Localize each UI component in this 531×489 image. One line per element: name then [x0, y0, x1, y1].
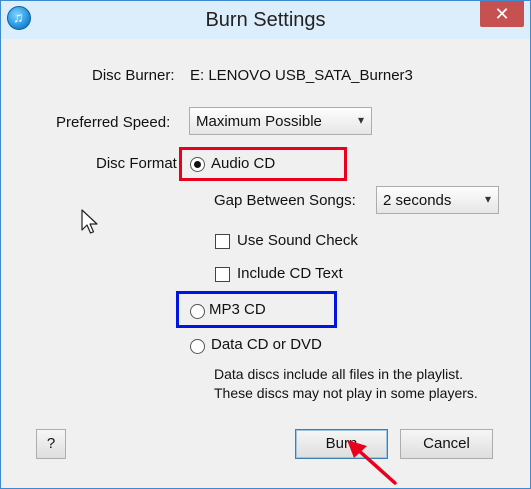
close-icon: ✕	[494, 4, 510, 24]
audio-cd-label[interactable]: Audio CD	[211, 155, 275, 172]
mp3-cd-radio[interactable]	[190, 304, 205, 319]
radio-selected-dot	[194, 161, 201, 168]
window-title: Burn Settings	[205, 9, 326, 31]
burn-settings-dialog: ♫ Burn Settings ✕ Disc Burner: E: LENOVO…	[0, 0, 531, 489]
disc-burner-label: Disc Burner:	[92, 67, 175, 84]
close-button[interactable]: ✕	[480, 1, 524, 27]
audio-cd-radio[interactable]	[190, 157, 205, 172]
include-cd-text-label[interactable]: Include CD Text	[237, 265, 343, 282]
help-button[interactable]: ?	[36, 429, 66, 459]
disc-burner-value: E: LENOVO USB_SATA_Burner3	[190, 67, 413, 84]
use-sound-check-checkbox[interactable]	[215, 234, 230, 249]
chevron-down-icon: ▾	[357, 113, 364, 127]
preferred-speed-value: Maximum Possible	[196, 113, 322, 130]
preferred-speed-select[interactable]: Maximum Possible ▾	[189, 107, 372, 135]
gap-between-songs-label: Gap Between Songs:	[214, 192, 356, 209]
include-cd-text-checkbox[interactable]	[215, 267, 230, 282]
gap-between-songs-value: 2 seconds	[383, 192, 452, 209]
mouse-pointer-icon	[81, 209, 98, 234]
mp3-cd-label[interactable]: MP3 CD	[209, 301, 266, 318]
title-bar: ♫ Burn Settings ✕	[1, 1, 530, 39]
preferred-speed-label: Preferred Speed:	[56, 114, 171, 131]
cancel-button[interactable]: Cancel	[400, 429, 493, 459]
data-disc-note-line2: These discs may not play in some players…	[214, 385, 478, 401]
use-sound-check-label[interactable]: Use Sound Check	[237, 232, 358, 249]
disc-format-label: Disc Format	[96, 155, 177, 172]
data-cd-radio[interactable]	[190, 339, 205, 354]
red-arrow-icon	[347, 440, 397, 485]
data-cd-label[interactable]: Data CD or DVD	[211, 336, 322, 353]
data-disc-note-line1: Data discs include all files in the play…	[214, 366, 464, 382]
chevron-down-icon: ▾	[484, 192, 491, 206]
gap-between-songs-select[interactable]: 2 seconds ▾	[376, 186, 499, 214]
